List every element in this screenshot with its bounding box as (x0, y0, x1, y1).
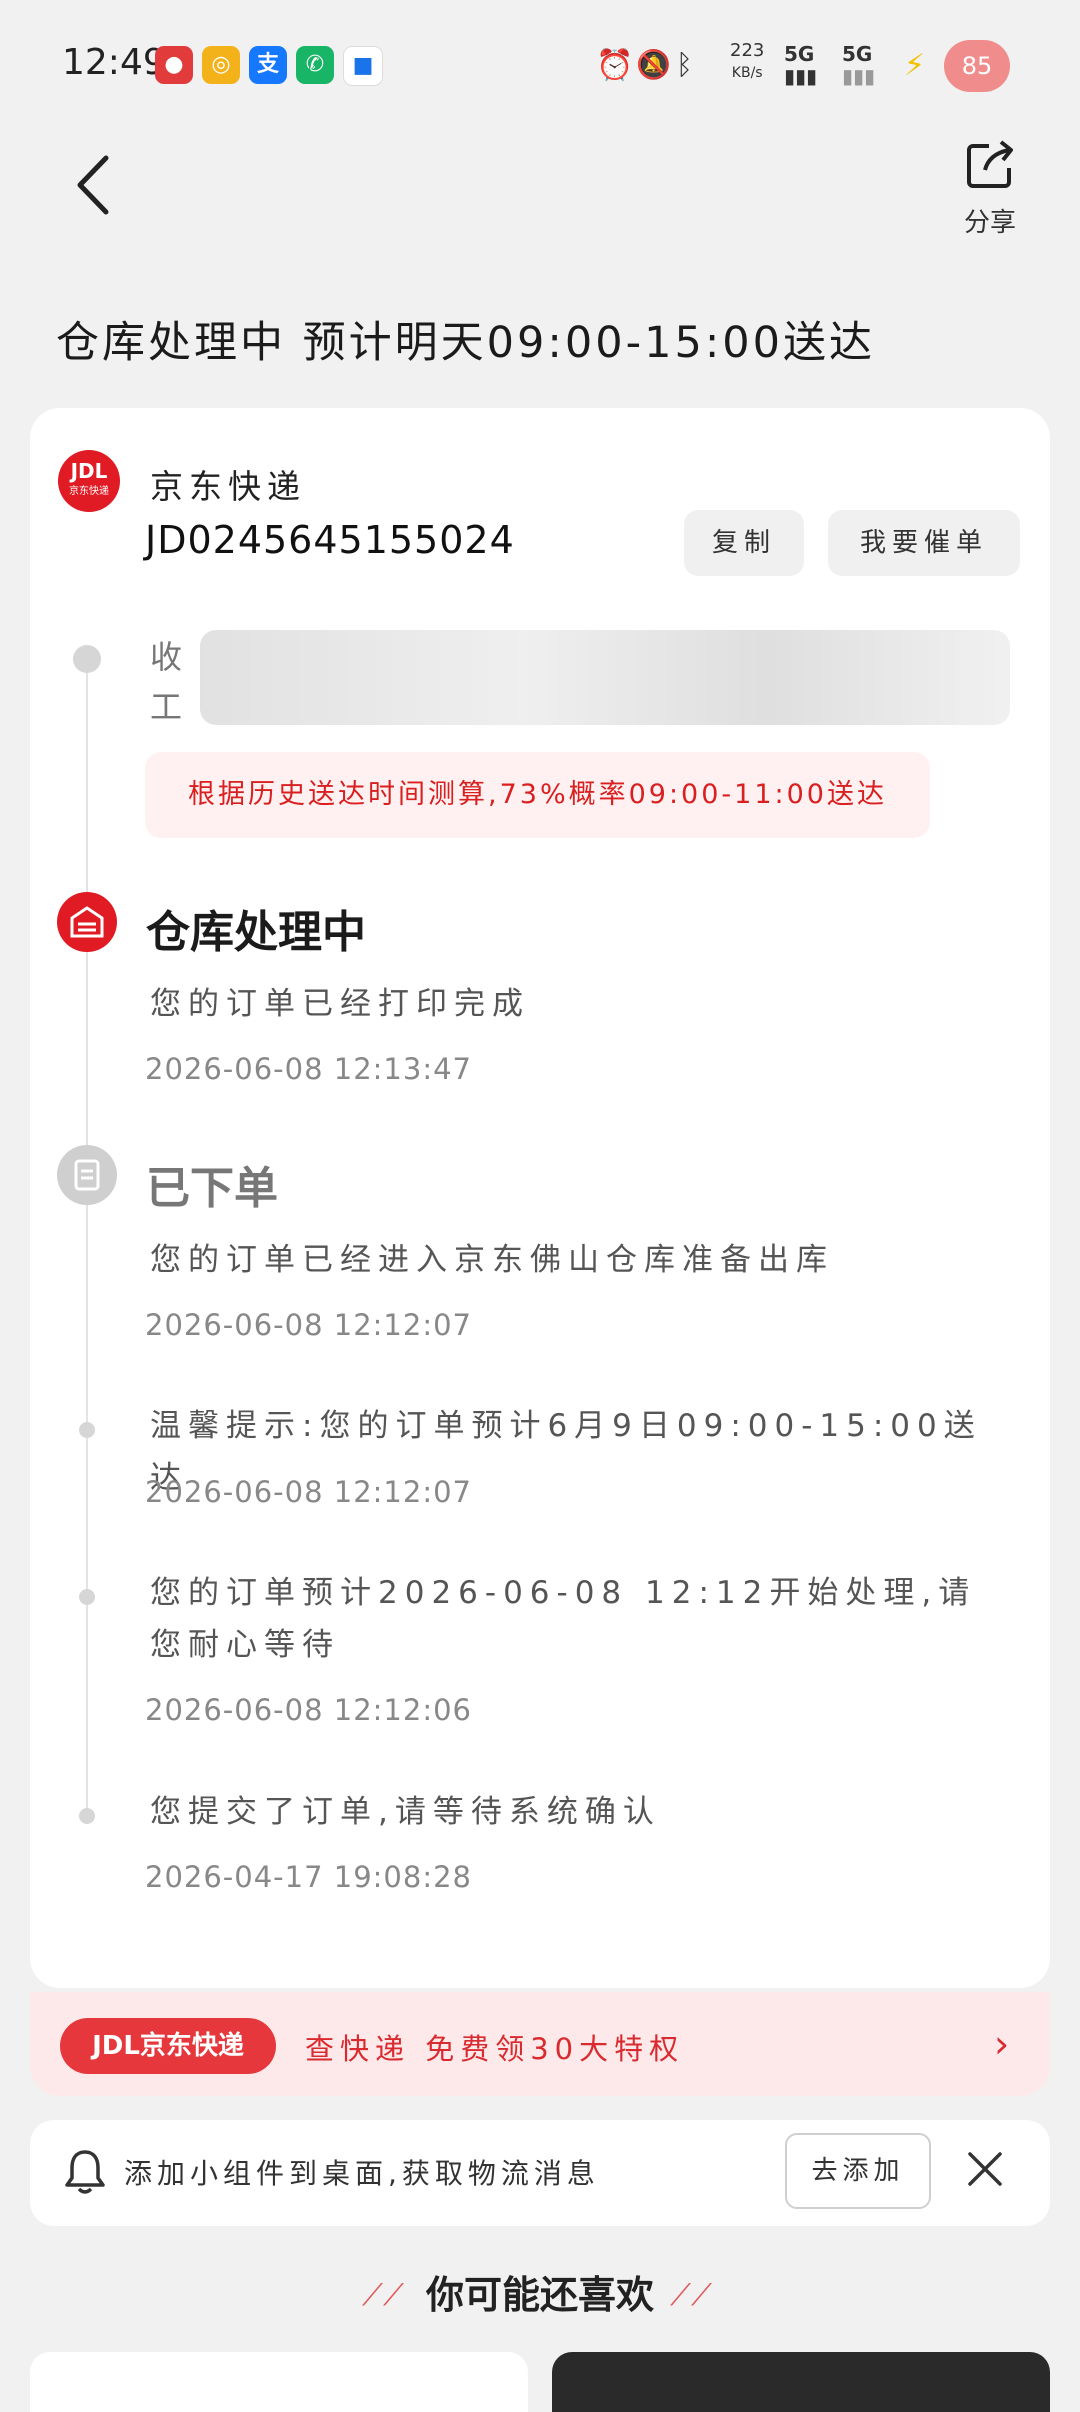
status-title: 已下单 (146, 1163, 278, 1214)
charging-icon: ⚡ (904, 48, 926, 83)
signal-icon: ▮▮▮ (784, 64, 818, 88)
timeline-dot (79, 1422, 95, 1438)
decor-icon: ⟋⟋ (670, 2278, 712, 2313)
copy-button[interactable]: 复制 (684, 510, 804, 576)
delivery-estimate: 根据历史送达时间测算,73%概率09:00-11:00送达 (145, 752, 930, 838)
warehouse-icon (57, 892, 117, 952)
alipay-icon: 支 (249, 46, 287, 84)
event-time: 2026-06-08 12:12:07 (145, 1475, 472, 1509)
alarm-icon: ⏰ (596, 48, 634, 83)
chevron-left-icon (77, 155, 109, 215)
mute-icon: 🔕 (636, 48, 671, 81)
close-icon (968, 2152, 1002, 2186)
network-speed: 223 (730, 40, 765, 61)
event-time: 2026-06-08 12:12:07 (145, 1308, 472, 1342)
phone-icon: ✆ (296, 46, 334, 84)
share-button[interactable]: 分享 (955, 138, 1025, 238)
close-button[interactable] (962, 2146, 1008, 2192)
network-speed-unit: KB/s (731, 65, 763, 81)
jdl-logo: JDL 京东快递 (58, 450, 120, 512)
timeline-dot (79, 1808, 95, 1824)
back-button[interactable] (70, 150, 120, 220)
app-icon: ● (155, 46, 193, 84)
widget-text: 添加小组件到桌面,获取物流消息 (124, 2157, 600, 2190)
status-time: 12:49 (62, 42, 166, 83)
tracking-number: JD0245645155024 (145, 518, 515, 562)
bluetooth-icon: ᛒ (676, 48, 693, 81)
network-label: 5G (784, 42, 815, 66)
recommend-title: 你可能还喜欢 (425, 2273, 654, 2317)
product-card[interactable] (30, 2352, 528, 2412)
event-text: 您的订单已经进入京东佛山仓库准备出库 (150, 1242, 834, 1278)
weibo-icon: ◎ (202, 46, 240, 84)
event-text: 您的订单已经打印完成 (150, 986, 530, 1022)
share-icon (967, 140, 1013, 188)
timeline-line (86, 660, 88, 1820)
order-icon (57, 1145, 117, 1205)
share-label: 分享 (963, 208, 1016, 238)
chevron-right-icon[interactable]: › (994, 2022, 1009, 2066)
product-card[interactable] (552, 2352, 1050, 2412)
urge-button[interactable]: 我要催单 (828, 510, 1020, 576)
signal-icon: ▮▮▮ (842, 64, 876, 88)
app-icon: ■ (343, 46, 383, 86)
battery-indicator: 85 (944, 40, 1010, 92)
timeline-dot (79, 1589, 95, 1605)
event-text: 您提交了订单,请等待系统确认 (150, 1794, 661, 1830)
carrier-name: 京东快递 (150, 467, 306, 506)
page-title: 仓库处理中 预计明天09:00-15:00送达 (56, 318, 876, 368)
event-time: 2026-06-08 12:12:06 (145, 1693, 472, 1727)
bell-icon (62, 2146, 108, 2196)
address-blurred (200, 630, 1010, 725)
add-widget-button[interactable]: 去添加 (785, 2133, 931, 2209)
event-time: 2026-04-17 19:08:28 (145, 1860, 472, 1894)
address-text: 收 工 (150, 638, 193, 726)
network-label: 5G (842, 42, 873, 66)
timeline-dot (73, 645, 101, 673)
event-text: 您的订单预计2026-06-08 12:12开始处理,请您耐心等待 (150, 1575, 977, 1663)
jdl-badge: JDL京东快递 (60, 2018, 276, 2074)
status-title: 仓库处理中 (146, 907, 366, 958)
event-time: 2026-06-08 12:13:47 (145, 1052, 472, 1086)
promo-text[interactable]: 查快递 免费领30大特权 (305, 2026, 684, 2068)
